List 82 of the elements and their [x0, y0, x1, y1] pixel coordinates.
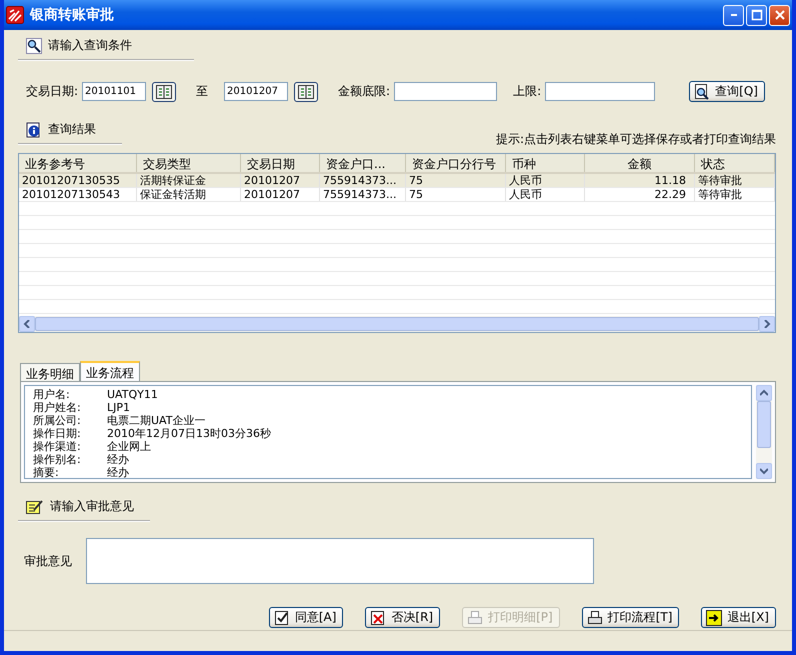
action-button[interactable]: 否决[R] [365, 607, 440, 628]
table-cell: 20101207130535 [19, 174, 137, 187]
tab[interactable]: 业务流程 [80, 361, 140, 381]
section-title: 请输入查询条件 [48, 37, 132, 54]
cross-document-icon [370, 610, 386, 626]
maximize-button[interactable] [746, 4, 767, 26]
minimize-icon [730, 14, 736, 16]
field-label: 金额底限: [338, 83, 390, 100]
table-cell: 22.29 [585, 188, 695, 201]
amount-field[interactable] [545, 82, 656, 101]
column-header[interactable]: 状态 [695, 154, 775, 172]
app-icon [6, 6, 24, 24]
printer-icon [586, 610, 603, 626]
horizontal-scrollbar[interactable] [19, 316, 775, 332]
detail-label: 操作日期: [33, 427, 82, 440]
field-label: 至 [196, 83, 208, 100]
table-cell: 75 [406, 174, 506, 187]
table-cell: 等待审批 [695, 174, 775, 187]
table-cell: 人民币 [506, 188, 585, 201]
vertical-scrollbar[interactable] [756, 385, 772, 479]
detail-value: 经办 [107, 453, 129, 466]
search-icon [26, 38, 42, 54]
detail-value: UATQY11 [107, 388, 158, 401]
section-title: 查询结果 [48, 121, 96, 138]
section-title: 请输入审批意见 [50, 498, 134, 515]
table-cell: 活期转保证金 [137, 174, 241, 187]
column-header[interactable]: 交易类型 [137, 154, 241, 172]
close-button[interactable] [769, 4, 790, 26]
calendar-button[interactable] [294, 82, 318, 102]
date-field[interactable]: 20101101 [82, 82, 146, 101]
column-header[interactable]: 资金户口分行号 [406, 154, 506, 172]
column-header[interactable]: 资金户口... [320, 154, 406, 172]
table-cell: 人民币 [506, 174, 585, 187]
detail-label: 用户名: [33, 388, 71, 401]
detail-value: LJP1 [107, 401, 130, 414]
table-cell: 755914373... [320, 174, 406, 187]
note-edit-icon [26, 498, 44, 514]
window-title: 银商转账审批 [30, 6, 115, 24]
table-row[interactable]: 20101207130535 活期转保证金 20101207 755914373... 75 人民币 11.18 等待审批 [19, 174, 775, 188]
column-header[interactable]: 交易日期 [241, 154, 320, 172]
field-label: 交易日期: [26, 83, 78, 100]
detail-value: 企业网上 [107, 440, 151, 453]
detail-value: 电票二期UAT企业一 [107, 414, 206, 427]
hint-text: 提示:点击列表右键菜单可选择保存或者打印查询结果 [496, 131, 776, 148]
search-icon [694, 84, 710, 100]
detail-label: 所属公司: [33, 414, 82, 427]
detail-value: 经办 [107, 466, 129, 479]
field-label: 审批意见 [24, 552, 72, 570]
detail-label: 操作别名: [33, 453, 82, 466]
action-button[interactable]: 退出[X] [701, 607, 776, 628]
column-header[interactable]: 业务参考号 [19, 154, 137, 172]
minimize-button[interactable] [723, 4, 744, 26]
printer-icon [467, 610, 484, 626]
date-field[interactable]: 20101207 [224, 82, 288, 101]
calendar-icon [298, 84, 314, 98]
table-cell: 保证金转活期 [137, 188, 241, 201]
calendar-button[interactable] [152, 82, 176, 102]
detail-label: 操作渠道: [33, 440, 82, 453]
table-cell: 755914373... [320, 188, 406, 201]
check-document-icon [274, 610, 290, 626]
tab[interactable]: 业务明细 [20, 363, 80, 381]
search-button[interactable]: 查询[Q] [689, 81, 765, 102]
action-button[interactable]: 打印流程[T] [582, 607, 680, 628]
detail-value: 2010年12月07日13时03分36秒 [107, 427, 271, 440]
info-icon [26, 122, 42, 138]
calendar-icon [156, 84, 172, 98]
detail-label: 用户姓名: [33, 401, 82, 414]
action-button[interactable]: 同意[A] [268, 607, 344, 628]
column-header[interactable]: 币种 [506, 154, 585, 172]
detail-label: 摘要: [33, 466, 60, 479]
table-cell: 等待审批 [695, 188, 775, 201]
close-icon [774, 9, 786, 21]
table-cell: 20101207 [241, 188, 320, 201]
amount-field[interactable] [394, 82, 498, 101]
opinion-field[interactable] [86, 538, 594, 584]
table-cell: 20101207 [241, 174, 320, 187]
table-cell: 11.18 [585, 174, 695, 187]
maximize-icon [750, 9, 762, 21]
table-cell: 20101207130543 [19, 188, 137, 201]
table-cell: 75 [406, 188, 506, 201]
column-header[interactable]: 金额 [585, 154, 695, 172]
field-label: 上限: [513, 83, 542, 100]
